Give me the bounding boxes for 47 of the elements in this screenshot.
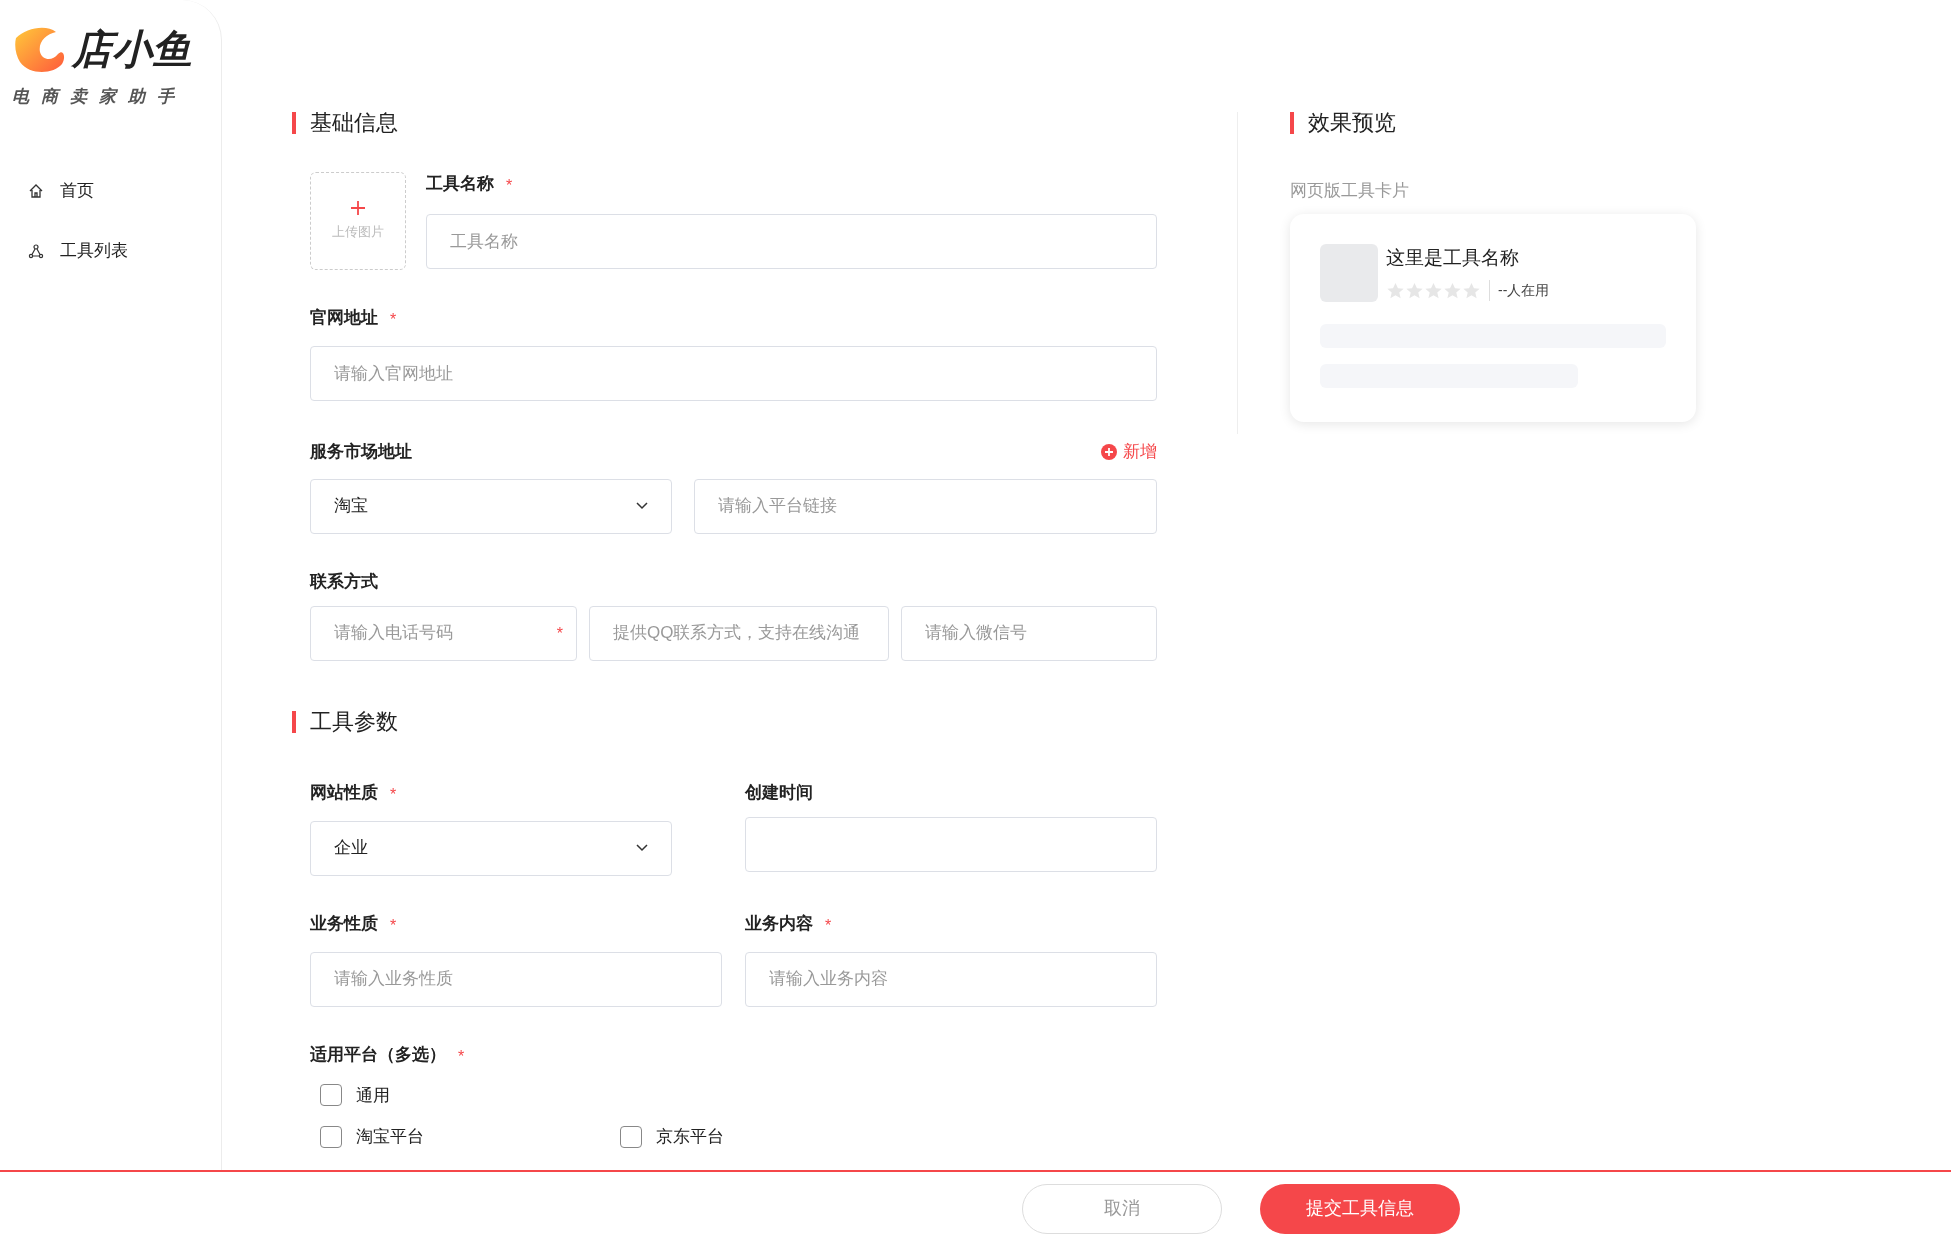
- section-title: 基础信息: [292, 112, 1157, 134]
- sidebar-item[interactable]: 首页: [12, 175, 221, 206]
- field-label: 联系方式: [310, 571, 378, 592]
- required-mark: *: [390, 784, 397, 805]
- qq-field[interactable]: 提供QQ联系方式，支持在线沟通: [589, 605, 889, 661]
- platform-checkbox[interactable]: 京东平台: [620, 1124, 920, 1150]
- logo-tagline: 电商卖家助手: [12, 86, 186, 108]
- required-mark: *: [825, 915, 832, 936]
- required-mark: *: [390, 310, 397, 330]
- preview-caption: 网页版工具卡片: [1290, 180, 1410, 202]
- platform-checkbox[interactable]: 通用: [320, 1082, 620, 1108]
- select-field[interactable]: 企业: [310, 820, 672, 876]
- field-label: 业务性质: [310, 913, 378, 934]
- field-label: 网站性质: [310, 782, 378, 803]
- field-label: 业务内容: [745, 913, 813, 934]
- sidebar-item[interactable]: 工具列表: [12, 235, 221, 266]
- tool-name-text: 这里是工具名称: [1386, 245, 1520, 270]
- field-label: 官网地址: [310, 308, 378, 328]
- wechat-field[interactable]: 请输入微信号: [901, 605, 1157, 661]
- platform-link-field[interactable]: 请输入平台链接: [694, 478, 1157, 534]
- add-link[interactable]: 新增: [1101, 439, 1157, 465]
- section-title: 工具参数: [292, 710, 1157, 733]
- home-icon: [28, 182, 44, 199]
- field-label: 工具名称: [426, 174, 494, 194]
- website-field[interactable]: 请输入官网地址: [310, 346, 1157, 401]
- tool-name-field[interactable]: 工具名称: [426, 214, 1157, 269]
- plus-icon: [350, 200, 366, 217]
- required-mark: *: [390, 915, 397, 936]
- section-title: 效果预览: [1290, 112, 1696, 134]
- chevron-down-icon: [636, 844, 648, 852]
- required-mark: *: [556, 623, 563, 644]
- chevron-down-icon: [636, 502, 648, 510]
- business-content-field[interactable]: 请输入业务内容: [745, 951, 1157, 1007]
- business-type-field[interactable]: 请输入业务性质: [310, 951, 722, 1007]
- plus-circle-icon: [1101, 443, 1117, 460]
- logo-text: 店小鱼: [72, 29, 192, 69]
- field-label: 创建时间: [745, 782, 813, 803]
- nodes-icon: [28, 242, 44, 259]
- select-field[interactable]: 淘宝: [310, 478, 672, 534]
- submit-button[interactable]: 提交工具信息: [1259, 1183, 1460, 1234]
- field-label: 服务市场地址: [310, 441, 412, 462]
- required-mark: *: [458, 1046, 465, 1067]
- user-count: --人在用: [1489, 280, 1550, 301]
- field-label: 适用平台（多选）: [310, 1044, 446, 1065]
- created-time-field[interactable]: [745, 816, 1157, 872]
- platform-checkbox[interactable]: 淘宝平台: [320, 1124, 620, 1150]
- required-mark: *: [506, 176, 513, 196]
